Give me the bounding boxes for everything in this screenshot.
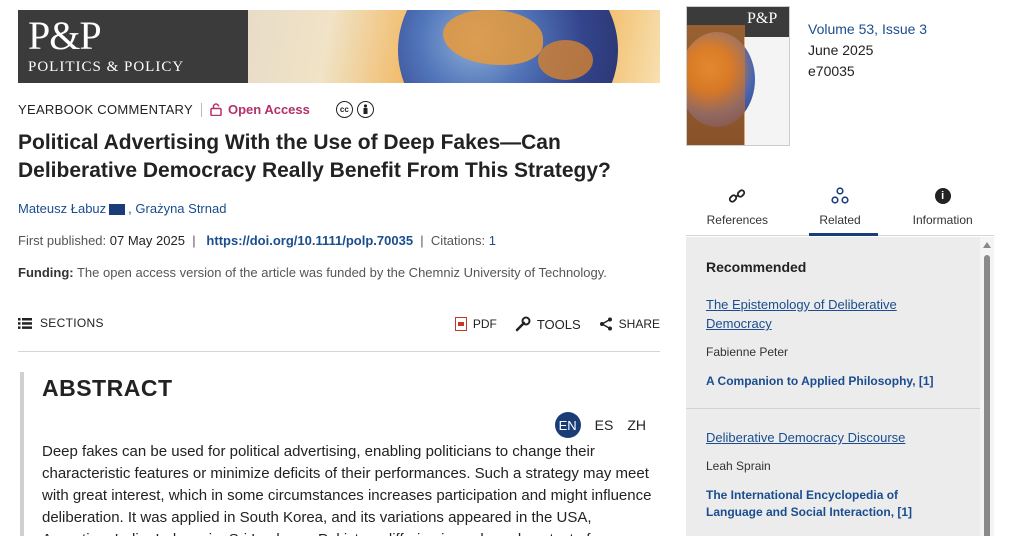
tab-label: Related (819, 213, 861, 227)
toolbar-actions: PDF TOOLS SHARE (454, 316, 660, 332)
info-icon: i (934, 188, 951, 204)
issue-date: June 2025 (808, 42, 874, 58)
author-separator: , (128, 201, 136, 216)
article-title: Political Advertising With the Use of De… (18, 131, 611, 182)
citations-count[interactable]: 1 (489, 233, 496, 248)
network-icon (831, 185, 849, 207)
cover-logo: P&P (747, 10, 778, 27)
sections-label: SECTIONS (40, 316, 104, 330)
citations-label: Citations: (430, 233, 486, 248)
tab-label: Information (912, 213, 973, 227)
unlock-icon (210, 103, 222, 116)
attribution-icon (356, 101, 374, 118)
recommended-title-link[interactable]: The Epistemology of Deliberative Democra… (706, 297, 897, 331)
issue-info: Volume 53, Issue 3 June 2025 e70035 (808, 19, 927, 82)
creative-commons-license[interactable]: cc (335, 101, 374, 118)
recommended-panel: Recommended The Epistemology of Delibera… (686, 237, 994, 536)
journal-banner[interactable]: P&P POLITICS & POLICY (18, 10, 660, 83)
article-meta-row: YEARBOOK COMMENTARY Open Access cc (18, 101, 374, 118)
language-zh-button[interactable]: ZH (627, 417, 646, 433)
share-button[interactable]: SHARE (599, 317, 660, 331)
pdf-icon (454, 317, 467, 331)
share-icon (599, 317, 612, 331)
journal-logo[interactable]: P&P POLITICS & POLICY (18, 10, 248, 83)
funding-label: Funding: (18, 265, 74, 280)
divider: | (188, 233, 203, 248)
funding-text: The open access version of the article w… (76, 265, 607, 280)
abstract-section: ABSTRACT EN ES ZH Deep fakes can be used… (20, 372, 660, 536)
pdf-button[interactable]: PDF (454, 317, 497, 331)
scrollbar-thumb[interactable] (984, 255, 990, 536)
sections-button[interactable]: SECTIONS (18, 316, 104, 330)
issue-cover-image[interactable]: P&P (686, 6, 790, 146)
recommended-source-link[interactable]: A Companion to Applied Philosophy, [1] (706, 373, 956, 390)
funding-statement: Funding: The open access version of the … (18, 265, 607, 280)
publication-info: First published: 07 May 2025 | https://d… (18, 233, 496, 248)
wrench-icon (515, 316, 531, 332)
recommended-heading: Recommended (706, 259, 807, 275)
recommended-item: The Epistemology of Deliberative Democra… (706, 295, 956, 390)
journal-logo-mark: P&P (28, 13, 102, 58)
language-es-button[interactable]: ES (595, 417, 614, 433)
open-access-label: Open Access (227, 102, 310, 117)
tab-references[interactable]: References (686, 183, 789, 235)
abstract-text: Deep fakes can be used for political adv… (42, 443, 652, 536)
issue-volume-link[interactable]: Volume 53, Issue 3 (808, 21, 927, 37)
pdf-label: PDF (472, 317, 497, 331)
article-id: e70035 (808, 63, 855, 79)
link-icon (728, 185, 746, 207)
scrollbar[interactable] (980, 237, 994, 536)
email-icon[interactable] (109, 204, 126, 215)
banner-globe-image (248, 10, 660, 83)
article-type: YEARBOOK COMMENTARY (18, 102, 193, 117)
article-toolbar: SECTIONS PDF TOOLS SHARE (18, 316, 660, 352)
recommended-title-link[interactable]: Deliberative Democracy Discourse (706, 430, 905, 445)
author-list: Mateusz Łabuz , Grażyna Strnad (18, 201, 226, 216)
recommended-item: Deliberative Democracy Discourse Leah Sp… (706, 428, 956, 521)
doi-link[interactable]: https://doi.org/10.1111/polp.70035 (206, 233, 413, 248)
divider (200, 102, 202, 117)
language-en-button[interactable]: EN (554, 412, 581, 438)
tools-label: TOOLS (536, 316, 581, 332)
divider: | (416, 233, 428, 248)
recommended-author: Leah Sprain (706, 459, 771, 473)
first-published-date: 07 May 2025 (109, 233, 185, 248)
first-published-label: First published: (18, 233, 107, 248)
list-icon (18, 317, 32, 329)
tab-label: References (706, 213, 769, 227)
author-link[interactable]: Mateusz Łabuz (18, 201, 106, 216)
divider (686, 408, 980, 409)
open-access-badge[interactable]: Open Access (210, 102, 310, 117)
tab-related[interactable]: Related (789, 183, 892, 236)
abstract-language-switcher: EN ES ZH (554, 412, 646, 438)
recommended-author: Fabienne Peter (706, 345, 789, 359)
side-panel-tabs: References Related i Information (686, 183, 994, 236)
tools-button[interactable]: TOOLS (515, 316, 581, 332)
journal-logo-name: POLITICS & POLICY (28, 59, 185, 75)
scroll-up-arrow-icon[interactable] (983, 242, 991, 248)
tab-information[interactable]: i Information (891, 183, 994, 235)
cc-icon: cc (335, 101, 353, 118)
abstract-heading: ABSTRACT (42, 375, 173, 401)
share-label: SHARE (618, 317, 660, 331)
author-link[interactable]: Grażyna Strnad (135, 201, 226, 216)
recommended-source-link[interactable]: The International Encyclopedia of Langua… (706, 487, 956, 521)
